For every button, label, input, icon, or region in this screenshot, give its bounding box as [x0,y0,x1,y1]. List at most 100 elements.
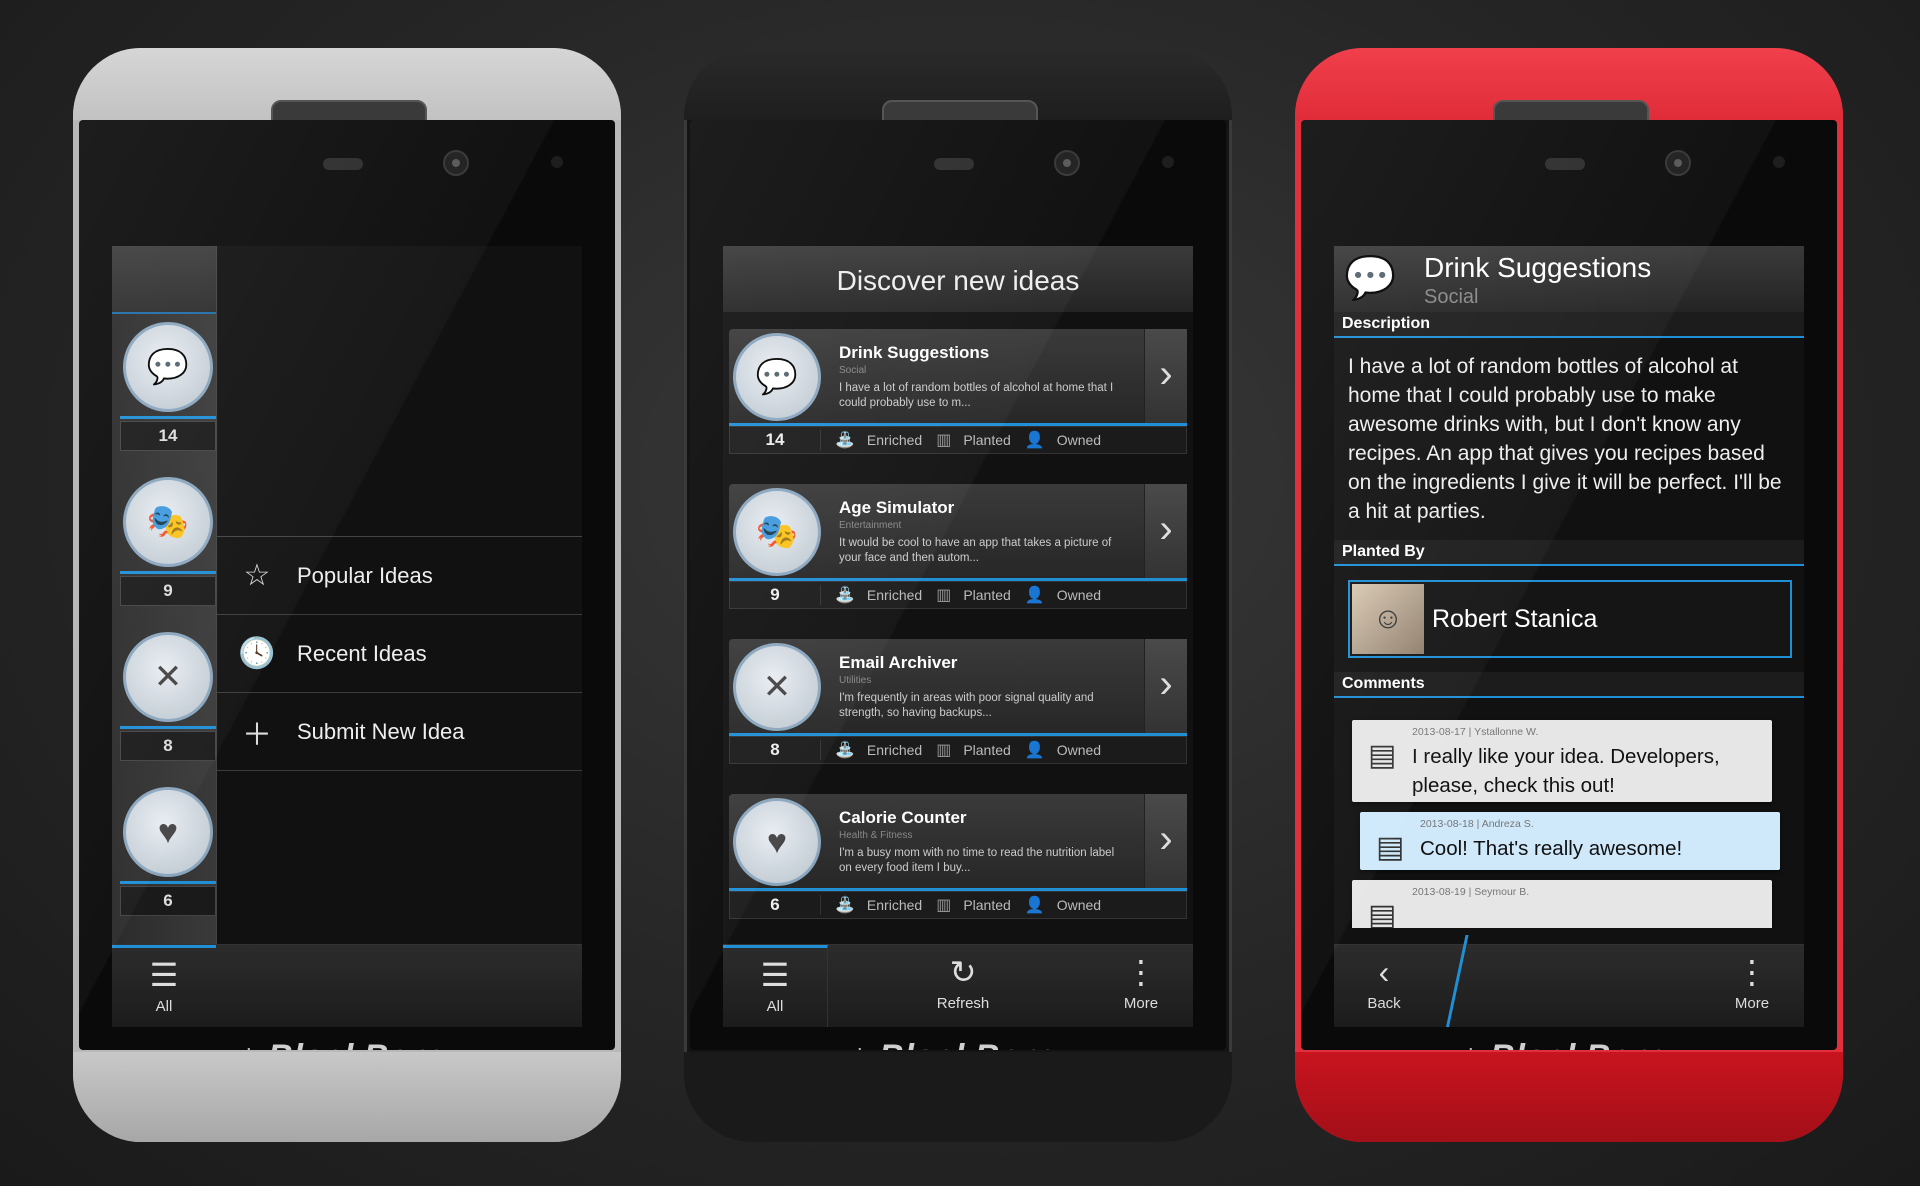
rail-header [112,246,216,314]
idea-category: Entertainment [839,520,902,531]
avatar: ☺ [1352,584,1424,654]
chevron-right-icon[interactable]: › [1144,639,1187,733]
proximity-sensor [1162,156,1174,168]
phone-bottom-cap [1295,1052,1843,1142]
back-button[interactable]: ‹ Back [1334,945,1434,1027]
detail-header: 💬 Drink Suggestions Social [1334,246,1804,312]
phone-bezel: Discover new ideas 💬 Drink Suggestions S… [690,120,1226,1050]
list-icon: ☰ [760,957,790,993]
watering-can-icon: ⛲ [835,742,855,759]
more-label: More [1734,995,1770,1012]
more-button[interactable]: ⋮ More [1702,945,1802,1027]
enriched-label: Enriched [866,432,923,448]
idea-title: Drink Suggestions [839,343,990,362]
screen-menu: 💬 14 🎭 9 ✕ 8 ♥ 6 ☆ Popular Ideas 🕓 Recen… [112,246,582,1027]
person-icon: 👤 [1024,432,1045,449]
chat-bubbles-icon: 💬 [123,322,213,412]
planter-icon: ▥ [936,742,952,759]
action-bar: ☰ All ↻ Refresh ⋮ More [723,944,1193,1027]
blackberry-logo: ⁂BlackBerry [1301,1038,1837,1050]
planted-label: Planted [963,897,1011,913]
proximity-sensor [551,156,563,168]
idea-card-body: 🎭 Age Simulator Entertainment It would b… [729,484,1187,578]
rail-count: 9 [120,576,216,606]
earpiece [1545,158,1585,170]
idea-card[interactable]: 💬 Drink Suggestions Social I have a lot … [729,329,1187,457]
enriched-label: Enriched [866,897,923,913]
idea-card[interactable]: ♥ Calorie Counter Health & Fitness I'm a… [729,794,1187,922]
planter-icon: ▥ [936,587,952,604]
refresh-button[interactable]: ↻ Refresh [903,945,1023,1027]
menu-item-submit-new-idea[interactable]: ＋ Submit New Idea [217,693,582,771]
idea-card-body: ✕ Email Archiver Utilities I'm frequentl… [729,639,1187,733]
owned-label: Owned [1056,897,1102,913]
proximity-sensor [1773,156,1785,168]
rail-accent-line [120,571,216,574]
comment-text: Cool! That's really awesome! [1420,837,1683,860]
earpiece [934,158,974,170]
chat-bubbles-icon: 💬 [733,333,821,421]
earpiece [323,158,363,170]
chevron-right-icon[interactable]: › [1144,794,1187,888]
idea-status-row: 6 ⛲ Enriched ▥ Planted 👤 Owned [729,891,1187,919]
idea-count: 9 [730,585,821,605]
idea-status-row: 9 ⛲ Enriched ▥ Planted 👤 Owned [729,581,1187,609]
description-text: I have a lot of random bottles of alcoho… [1348,355,1782,523]
refresh-label: Refresh [936,995,990,1012]
phone-bottom-cap [684,1052,1232,1142]
brand-text: BlackBerry [879,1038,1069,1050]
page-title: Discover new ideas [723,246,1193,314]
more-vertical-icon: ⋮ [1125,954,1157,990]
idea-title: Calorie Counter [839,808,967,827]
screen-idea-detail: 💬 Drink Suggestions Social Description I… [1334,246,1804,1027]
planter-card[interactable]: ☺ Robert Stanica [1348,580,1792,658]
rail-accent-line [120,881,216,884]
idea-card[interactable]: ✕ Email Archiver Utilities I'm frequentl… [729,639,1187,767]
all-tab-button[interactable]: ☰ All [112,945,216,1027]
phone-bezel: 💬 Drink Suggestions Social Description I… [1301,120,1837,1050]
rail-count: 6 [120,886,216,916]
comments-list[interactable]: ▤ 2013-08-17 | Ystallonne W. I really li… [1334,698,1804,928]
front-camera [1054,150,1080,176]
rail-item[interactable]: ♥ 6 [120,787,216,917]
more-button[interactable]: ⋮ More [1091,945,1191,1027]
idea-title: Email Archiver [839,653,958,672]
phone-silver: 💬 14 🎭 9 ✕ 8 ♥ 6 ☆ Popular Ideas 🕓 Recen… [73,48,621,1142]
rail-accent-line [120,416,216,419]
planted-label: Planted [963,742,1011,758]
chevron-right-icon[interactable]: › [1144,329,1187,423]
rail-item[interactable]: ✕ 8 [120,632,216,762]
idea-count: 14 [730,430,821,450]
person-icon: 👤 [1024,587,1045,604]
comment-meta: 2013-08-18 | Andreza S. [1420,818,1534,830]
planted-label: Planted [963,587,1011,603]
comment-item: ▤ 2013-08-19 | Seymour B. [1352,880,1772,928]
rail-accent-line [120,726,216,729]
planter-name: Robert Stanica [1432,604,1598,633]
tools-icon: ✕ [123,632,213,722]
front-camera [1665,150,1691,176]
rail-item[interactable]: 💬 14 [120,322,216,452]
person-icon: 👤 [1024,742,1045,759]
chevron-right-icon[interactable]: › [1144,484,1187,578]
back-label: Back [1367,995,1401,1012]
brand-text: BlackBerry [268,1038,458,1050]
all-tab-button[interactable]: ☰ All [723,945,828,1027]
watering-can-icon: ⛲ [835,897,855,914]
theater-masks-icon: 🎭 [733,488,821,576]
idea-card[interactable]: 🎭 Age Simulator Entertainment It would b… [729,484,1187,612]
menu-item-recent-ideas[interactable]: 🕓 Recent Ideas [217,615,582,693]
idea-status-row: 8 ⛲ Enriched ▥ Planted 👤 Owned [729,736,1187,764]
blackberry-logo: ⁂BlackBerry [690,1038,1226,1050]
menu-item-label: Popular Ideas [297,562,433,588]
rail-item[interactable]: 🎭 9 [120,477,216,607]
menu-item-popular-ideas[interactable]: ☆ Popular Ideas [217,537,582,615]
phone-bezel: 💬 14 🎭 9 ✕ 8 ♥ 6 ☆ Popular Ideas 🕓 Recen… [79,120,615,1050]
idea-rail: 💬 14 🎭 9 ✕ 8 ♥ 6 [112,246,217,1027]
screen-idea-list: Discover new ideas 💬 Drink Suggestions S… [723,246,1193,1027]
plus-icon: ＋ [242,718,272,752]
tools-icon: ✕ [733,643,821,731]
menu-item-label: Recent Ideas [297,640,427,666]
idea-count: 8 [730,740,821,760]
action-bar: ‹ Back ⋮ More [1334,935,1804,1027]
